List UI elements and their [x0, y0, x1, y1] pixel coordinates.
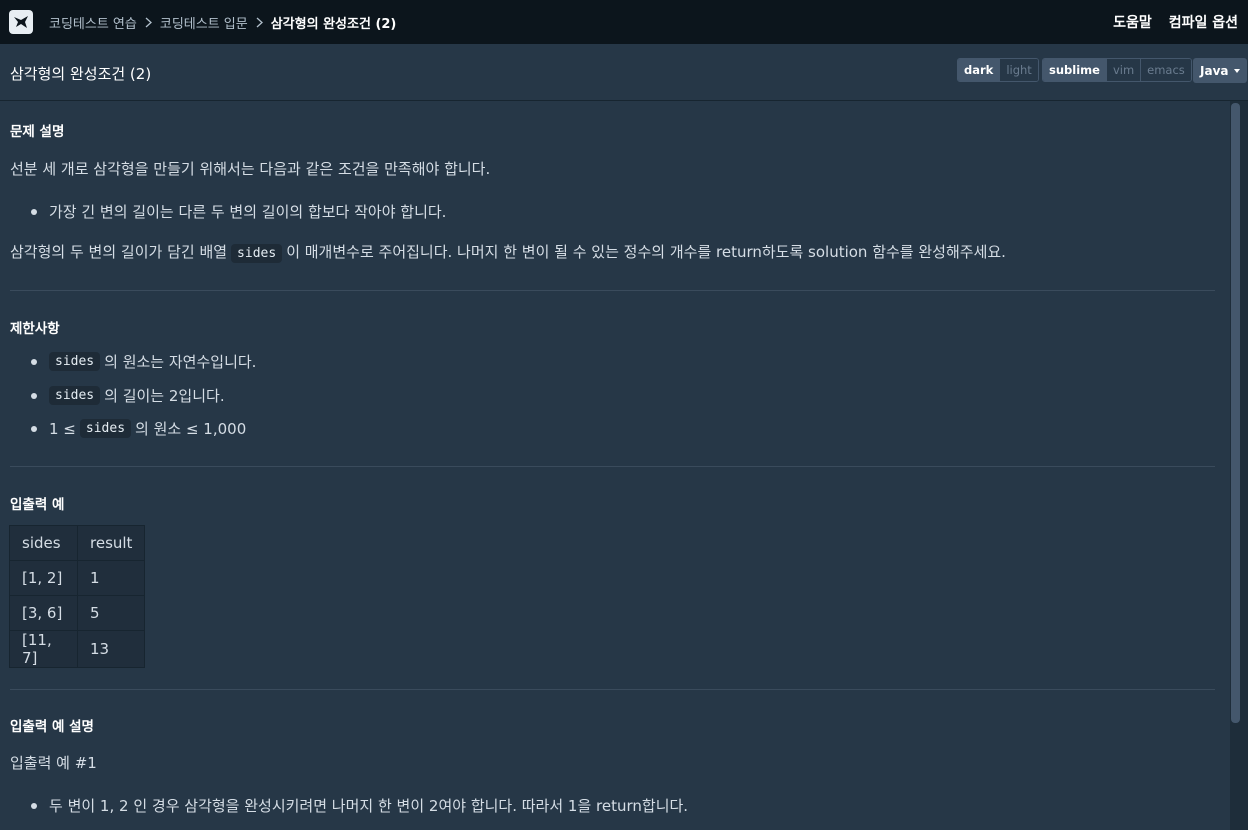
- bullet-icon: [31, 392, 37, 399]
- compile-options-link[interactable]: 컴파일 옵션: [1169, 12, 1238, 32]
- list-item: 1 ≤ sides 의 원소 ≤ 1,000: [31, 418, 246, 439]
- constraint-text: 의 원소는 자연수입니다.: [104, 353, 257, 371]
- keymap-sublime-button[interactable]: sublime: [1043, 59, 1106, 81]
- description-heading: 문제 설명: [10, 124, 65, 140]
- constraint-text: 의 길이는 2입니다.: [104, 387, 225, 405]
- programmers-logo-icon[interactable]: [9, 10, 33, 34]
- inline-code: sides: [49, 386, 101, 405]
- constraint-prefix: 1 ≤: [49, 419, 76, 438]
- list-item: 두 변이 1, 2 인 경우 삼각형을 완성시키려면 나머지 한 변이 2여야 …: [31, 795, 688, 816]
- inline-code: sides: [79, 419, 132, 438]
- inline-code: sides: [231, 244, 283, 263]
- breadcrumb-current: 삼각형의 완성조건 (2): [270, 16, 397, 32]
- keymap-toggle: sublime vim emacs: [1042, 58, 1192, 82]
- page-title: 삼각형의 완성조건 (2): [10, 65, 152, 83]
- help-link[interactable]: 도움말: [1113, 12, 1152, 32]
- keymap-vim-button[interactable]: vim: [1105, 59, 1141, 81]
- table-row: [11, 7] 13: [9, 630, 146, 668]
- table-header-row: sides result: [9, 525, 146, 561]
- table-cell: [1, 2]: [9, 560, 78, 596]
- inline-code: sides: [49, 352, 101, 371]
- examples-heading: 입출력 예: [10, 497, 65, 513]
- breadcrumb-item-intro[interactable]: 코딩테스트 입문: [160, 13, 248, 32]
- examples-table: sides result [1, 2] 1 [3, 6] 5 [11, 7] 1…: [9, 525, 146, 668]
- problem-titlebar: 삼각형의 완성조건 (2) dark light sublime vim ema…: [0, 44, 1248, 101]
- table-cell: 1: [76, 560, 146, 596]
- constraint-text: 의 원소 ≤ 1,000: [135, 420, 247, 438]
- task-text-before: 삼각형의 두 변의 길이가 담긴 배열: [10, 243, 228, 261]
- divider: [10, 290, 1215, 291]
- chevron-right-icon: [145, 17, 152, 28]
- chevron-right-icon: [256, 17, 263, 28]
- table-cell: [11, 7]: [9, 630, 78, 668]
- list-item: 가장 긴 변의 길이는 다른 두 변의 길이의 합보다 작아야 합니다.: [31, 201, 446, 222]
- language-dropdown[interactable]: Java: [1193, 58, 1247, 83]
- intro-text: 선분 세 개로 삼각형을 만들기 위해서는 다음과 같은 조건을 만족해야 합니…: [10, 160, 491, 178]
- condition-text: 가장 긴 변의 길이는 다른 두 변의 길이의 합보다 작아야 합니다.: [49, 203, 447, 221]
- top-navbar: 코딩테스트 연습 코딩테스트 입문 삼각형의 완성조건 (2) 도움말 컴파일 …: [0, 0, 1248, 44]
- constraints-heading: 제한사항: [10, 321, 60, 337]
- scrollbar-thumb[interactable]: [1231, 103, 1240, 723]
- list-item: sides 의 길이는 2입니다.: [31, 385, 225, 406]
- table-row: [3, 6] 5: [9, 595, 146, 631]
- task-text-after: 이 매개변수로 주어집니다. 나머지 한 변이 될 수 있는 정수의 개수를 r…: [286, 243, 1006, 261]
- caret-down-icon: [1234, 68, 1241, 73]
- problem-description-panel: 문제 설명 선분 세 개로 삼각형을 만들기 위해서는 다음과 같은 조건을 만…: [0, 101, 1230, 830]
- table-cell: 5: [76, 595, 146, 631]
- table-header-cell: sides: [9, 525, 78, 561]
- bullet-icon: [31, 802, 37, 809]
- task-text: 삼각형의 두 변의 길이가 담긴 배열 sides 이 매개변수로 주어집니다. 나…: [10, 241, 1006, 263]
- theme-dark-button[interactable]: dark: [958, 59, 1000, 81]
- bullet-icon: [31, 425, 37, 432]
- table-header-cell: result: [76, 525, 146, 561]
- table-row: [1, 2] 1: [9, 560, 146, 596]
- table-cell: [3, 6]: [9, 595, 78, 631]
- keymap-emacs-button[interactable]: emacs: [1140, 59, 1191, 81]
- list-item: sides 의 원소는 자연수입니다.: [31, 351, 256, 372]
- theme-light-button[interactable]: light: [999, 59, 1038, 81]
- bullet-icon: [31, 208, 37, 215]
- breadcrumb: 코딩테스트 연습 코딩테스트 입문 삼각형의 완성조건 (2): [49, 13, 396, 32]
- language-label: Java: [1200, 63, 1229, 78]
- breadcrumb-item-practice[interactable]: 코딩테스트 연습: [49, 13, 137, 32]
- divider: [10, 689, 1215, 690]
- example-title: 입출력 예 #1: [10, 754, 97, 772]
- bullet-icon: [31, 358, 37, 365]
- example-explanation: 두 변이 1, 2 인 경우 삼각형을 완성시키려면 나머지 한 변이 2여야 …: [49, 797, 689, 815]
- explanation-heading: 입출력 예 설명: [10, 719, 94, 735]
- divider: [10, 466, 1215, 467]
- theme-toggle: dark light: [957, 58, 1039, 82]
- table-cell: 13: [76, 630, 146, 668]
